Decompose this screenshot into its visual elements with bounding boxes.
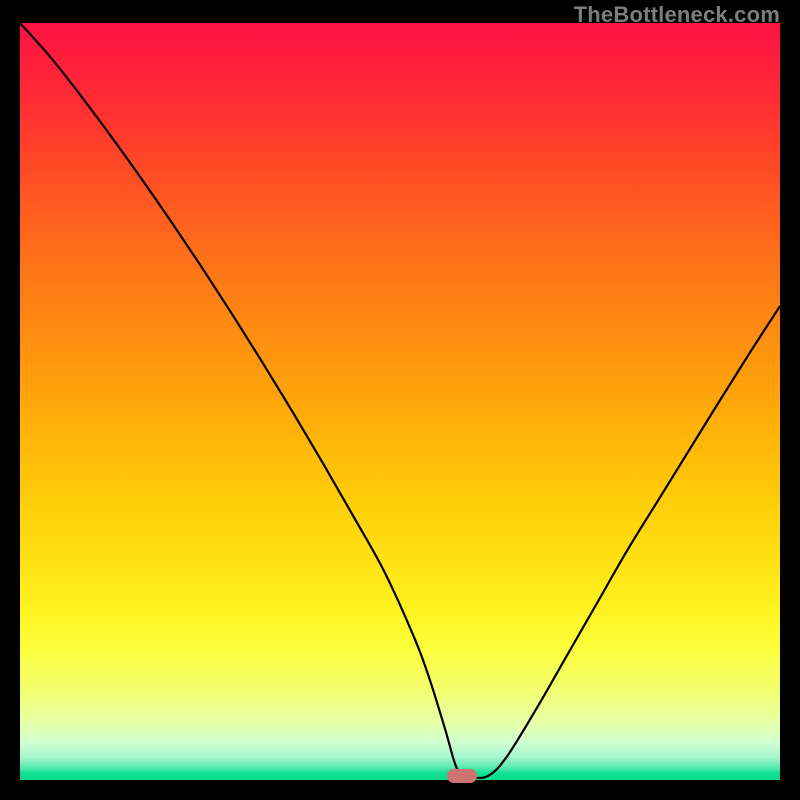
curve-path bbox=[20, 23, 780, 778]
bottleneck-curve bbox=[20, 23, 780, 780]
chart-plot-area bbox=[20, 23, 780, 780]
optimum-marker bbox=[447, 769, 477, 783]
